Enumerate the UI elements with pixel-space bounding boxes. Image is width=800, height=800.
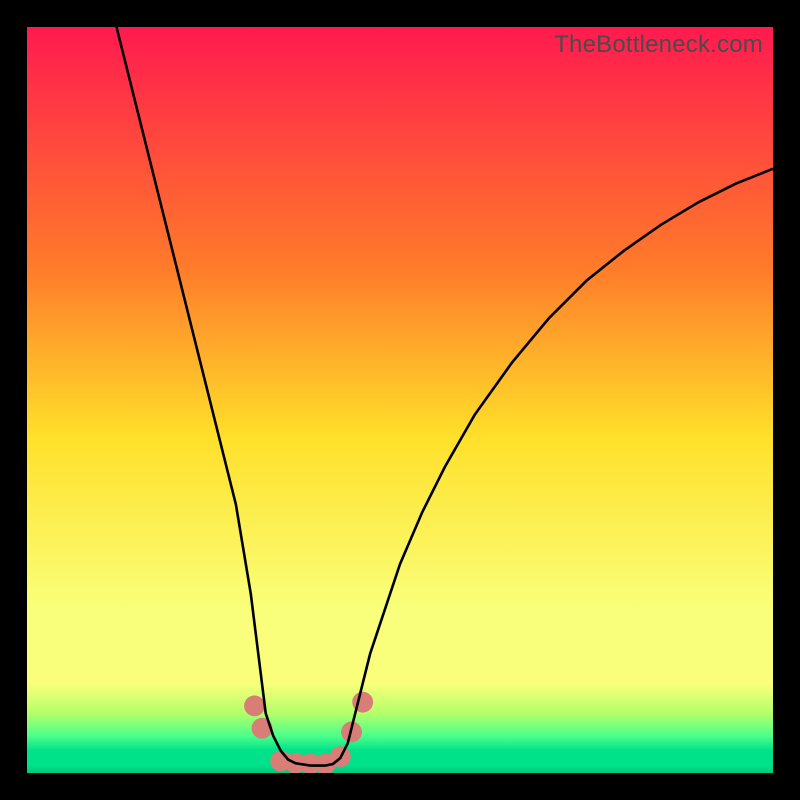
plot-area: TheBottleneck.com — [27, 27, 773, 773]
watermark-text: TheBottleneck.com — [554, 31, 763, 59]
curve-left-branch — [117, 27, 326, 766]
curve-layer — [27, 27, 773, 773]
curve-right-branch — [325, 169, 773, 766]
marker-point — [244, 695, 265, 716]
outer-frame: TheBottleneck.com — [0, 0, 800, 800]
